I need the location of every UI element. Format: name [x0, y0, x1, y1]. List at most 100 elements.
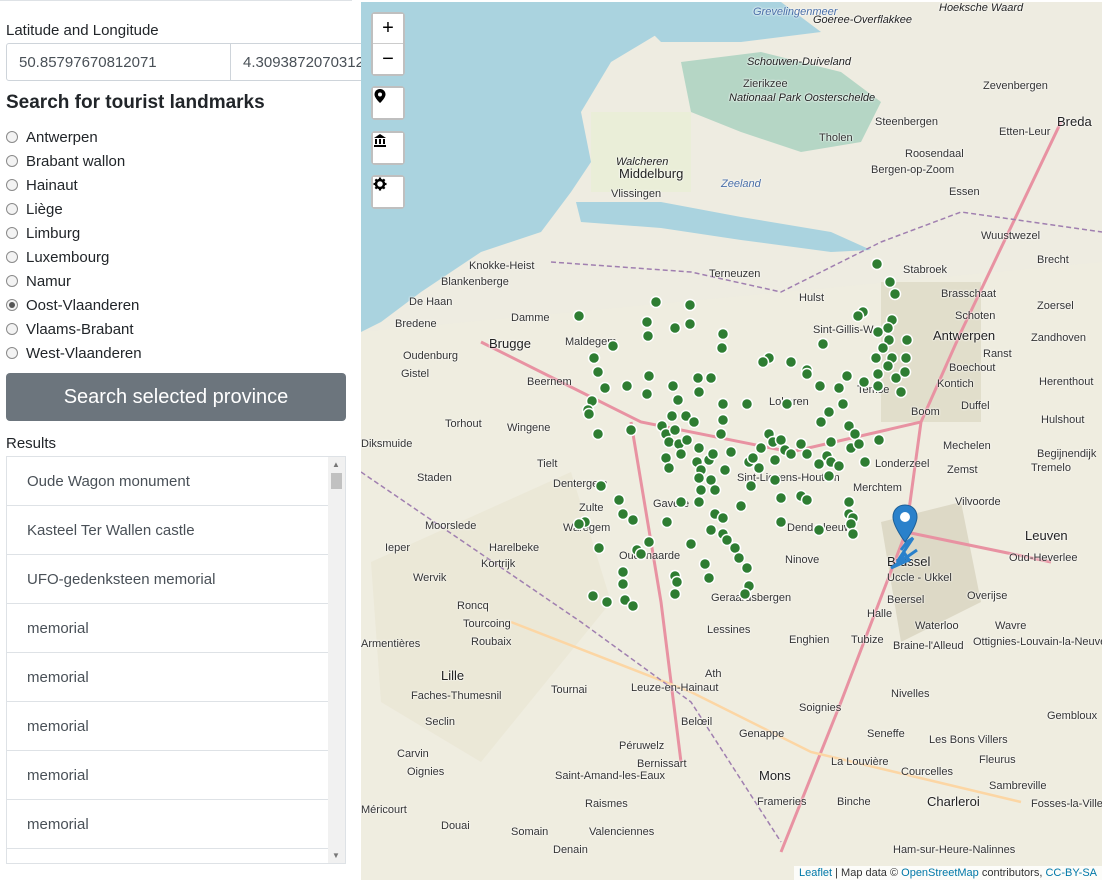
landmark-marker[interactable]: [857, 375, 871, 389]
scroll-down-icon[interactable]: ▼: [332, 851, 340, 860]
radio-button[interactable]: [6, 251, 18, 263]
landmark-marker[interactable]: [869, 351, 883, 365]
landmark-marker[interactable]: [774, 515, 788, 529]
landmark-marker[interactable]: [671, 393, 685, 407]
results-scrollbar[interactable]: ▲ ▼: [328, 457, 345, 863]
landmark-marker[interactable]: [732, 551, 746, 565]
landmark-marker[interactable]: [842, 495, 856, 509]
landmark-marker[interactable]: [851, 309, 865, 323]
landmark-marker[interactable]: [587, 351, 601, 365]
landmark-marker[interactable]: [800, 447, 814, 461]
landmark-marker[interactable]: [680, 433, 694, 447]
landmark-marker[interactable]: [754, 441, 768, 455]
result-item[interactable]: Kasteel Ter Wallen castle: [7, 506, 329, 555]
radio-button[interactable]: [6, 203, 18, 215]
result-item[interactable]: memorial: [7, 604, 329, 653]
landmark-marker[interactable]: [780, 397, 794, 411]
landmark-marker[interactable]: [591, 365, 605, 379]
province-option-namur[interactable]: Namur: [6, 269, 142, 293]
result-item[interactable]: UFO-gedenksteen memorial: [7, 555, 329, 604]
landmark-marker[interactable]: [586, 589, 600, 603]
landmark-marker[interactable]: [626, 599, 640, 613]
landmark-marker[interactable]: [582, 407, 596, 421]
landmark-marker[interactable]: [694, 483, 708, 497]
landmark-marker[interactable]: [634, 547, 648, 561]
landmark-marker[interactable]: [898, 365, 912, 379]
license-link[interactable]: CC-BY-SA: [1045, 867, 1097, 879]
landmark-marker[interactable]: [784, 355, 798, 369]
province-option-brabant-wallon[interactable]: Brabant wallon: [6, 149, 142, 173]
landmark-marker[interactable]: [858, 455, 872, 469]
landmark-marker[interactable]: [616, 565, 630, 579]
landmark-marker[interactable]: [706, 447, 720, 461]
landmark-marker[interactable]: [668, 587, 682, 601]
landmark-marker[interactable]: [662, 435, 676, 449]
province-option-liege[interactable]: Liège: [6, 197, 142, 221]
landmark-marker[interactable]: [846, 527, 860, 541]
landmark-marker[interactable]: [691, 371, 705, 385]
landmark-marker[interactable]: [870, 257, 884, 271]
landmark-marker[interactable]: [724, 445, 738, 459]
landmark-marker[interactable]: [649, 295, 663, 309]
landmark-marker[interactable]: [840, 369, 854, 383]
landmark-marker[interactable]: [594, 479, 608, 493]
landmark-marker[interactable]: [768, 473, 782, 487]
province-option-limburg[interactable]: Limburg: [6, 221, 142, 245]
openstreetmap-link[interactable]: OpenStreetMap: [901, 867, 979, 879]
landmark-marker[interactable]: [668, 423, 682, 437]
landmark-marker[interactable]: [660, 515, 674, 529]
radio-button[interactable]: [6, 179, 18, 191]
landmark-marker[interactable]: [756, 355, 770, 369]
landmark-marker[interactable]: [668, 321, 682, 335]
landmark-marker[interactable]: [662, 461, 676, 475]
landmark-marker[interactable]: [746, 451, 760, 465]
location-pin-icon[interactable]: [892, 504, 918, 544]
landmark-marker[interactable]: [704, 371, 718, 385]
landmark-marker[interactable]: [674, 495, 688, 509]
result-item[interactable]: memorial: [7, 800, 329, 849]
landmark-marker[interactable]: [844, 517, 858, 531]
landmark-marker[interactable]: [812, 523, 826, 537]
landmark-marker[interactable]: [822, 405, 836, 419]
landmark-marker[interactable]: [774, 491, 788, 505]
landmark-marker[interactable]: [768, 453, 782, 467]
landmark-marker[interactable]: [716, 397, 730, 411]
province-option-west-vlaanderen[interactable]: West-Vlaanderen: [6, 341, 142, 365]
landmark-marker[interactable]: [642, 369, 656, 383]
landmark-marker[interactable]: [813, 379, 827, 393]
scroll-up-icon[interactable]: ▲: [332, 460, 340, 469]
landmark-marker[interactable]: [876, 341, 890, 355]
landmark-marker[interactable]: [715, 341, 729, 355]
landmark-button[interactable]: [373, 133, 403, 163]
landmark-marker[interactable]: [624, 423, 638, 437]
landmark-marker[interactable]: [740, 561, 754, 575]
landmark-marker[interactable]: [620, 379, 634, 393]
landmark-marker[interactable]: [642, 535, 656, 549]
landmark-marker[interactable]: [702, 571, 716, 585]
landmark-marker[interactable]: [836, 397, 850, 411]
landmark-marker[interactable]: [616, 577, 630, 591]
landmark-marker[interactable]: [683, 298, 697, 312]
landmark-marker[interactable]: [716, 511, 730, 525]
landmark-marker[interactable]: [832, 459, 846, 473]
radio-button[interactable]: [6, 227, 18, 239]
landmark-marker[interactable]: [640, 387, 654, 401]
landmark-marker[interactable]: [744, 479, 758, 493]
landmark-marker[interactable]: [852, 437, 866, 451]
zoom-in-button[interactable]: +: [373, 14, 403, 44]
radio-button[interactable]: [6, 275, 18, 287]
landmark-marker[interactable]: [814, 415, 828, 429]
landmark-marker[interactable]: [598, 381, 612, 395]
landmark-marker[interactable]: [900, 333, 914, 347]
radio-button[interactable]: [6, 131, 18, 143]
landmark-marker[interactable]: [822, 469, 836, 483]
landmark-marker[interactable]: [687, 415, 701, 429]
landmark-marker[interactable]: [716, 413, 730, 427]
landmark-marker[interactable]: [692, 441, 706, 455]
landmark-marker[interactable]: [606, 339, 620, 353]
province-option-hainaut[interactable]: Hainaut: [6, 173, 142, 197]
landmark-marker[interactable]: [683, 317, 697, 331]
landmark-marker[interactable]: [752, 461, 766, 475]
radio-button[interactable]: [6, 155, 18, 167]
landmark-marker[interactable]: [704, 523, 718, 537]
